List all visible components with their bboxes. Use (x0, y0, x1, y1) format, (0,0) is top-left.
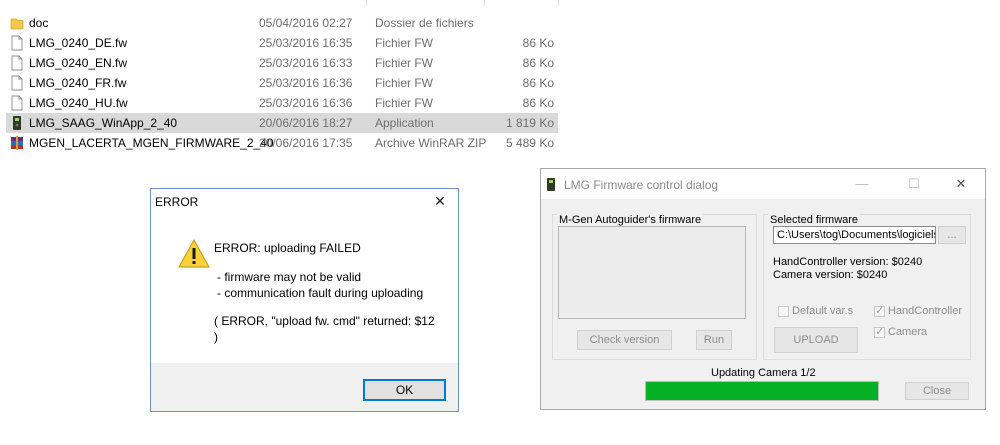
progress-bar-fill (646, 382, 878, 400)
default-vars-checkbox[interactable] (778, 306, 789, 317)
file-type: Fichier FW (375, 36, 433, 50)
error-dialog-title: ERROR (155, 195, 199, 209)
camera-version-text: Camera version: $0240 (773, 269, 888, 281)
file-type: Fichier FW (375, 56, 433, 70)
maximize-button[interactable]: ☐ (904, 175, 924, 193)
camera-checkbox-label: Camera (888, 326, 928, 338)
file-icon (10, 75, 24, 91)
mgen-firmware-group-title: M-Gen Autoguider's firmware (557, 214, 704, 226)
lmg-firmware-dialog: LMG Firmware control dialog — ☐ ✕ M-Gen … (540, 168, 986, 410)
lmg-app-icon (547, 178, 555, 191)
file-type: Dossier de fichiers (375, 16, 474, 30)
file-name: MGEN_LACERTA_MGEN_FIRMWARE_2_40 (29, 136, 274, 150)
column-header-edge (0, 0, 560, 6)
firmware-path-field[interactable]: C:\Users\tog\Documents\logiciels (773, 226, 936, 244)
folder-icon (10, 15, 24, 31)
file-date: 25/03/2016 16:33 (259, 56, 353, 70)
app-icon (10, 115, 24, 131)
file-size: 5 489 Ko (505, 136, 554, 150)
browse-button[interactable]: ... (938, 226, 966, 244)
check-version-button[interactable]: Check version (577, 330, 672, 350)
file-date: 20/06/2016 18:27 (259, 116, 353, 130)
selected-firmware-group: Selected firmware C:\Users\tog\Documents… (763, 214, 971, 360)
file-name: LMG_0240_HU.fw (29, 96, 128, 110)
file-name: LMG_0240_FR.fw (29, 76, 127, 90)
handcontroller-checkbox[interactable] (874, 304, 885, 317)
file-row[interactable]: LMG_0240_DE.fw 25/03/2016 16:35 Fichier FW… (6, 33, 558, 53)
upload-button[interactable]: UPLOAD (774, 327, 858, 353)
error-dialog-close-button[interactable]: ✕ (430, 191, 450, 211)
selected-firmware-group-title: Selected firmware (768, 214, 861, 226)
file-size: 86 Ko (522, 76, 554, 90)
file-type: Fichier FW (375, 76, 433, 90)
file-type: Archive WinRAR ZIP (375, 136, 487, 150)
file-date: 05/04/2016 02:27 (259, 16, 353, 30)
file-name: doc (29, 16, 49, 30)
run-button[interactable]: Run (696, 330, 732, 350)
file-date: 25/03/2016 16:36 (259, 96, 353, 110)
handcontroller-version-text: HandController version: $0240 (773, 256, 923, 268)
file-size: 86 Ko (522, 96, 554, 110)
lmg-title-bar: LMG Firmware control dialog — ☐ ✕ (541, 169, 985, 199)
close-button[interactable]: Close (905, 382, 969, 400)
warning-icon (178, 239, 210, 268)
file-size: 1 819 Ko (505, 116, 554, 130)
file-date: 20/06/2016 17:35 (259, 136, 353, 150)
error-dialog: ERROR ✕ ERROR: uploading FAILED - firmwa… (150, 188, 459, 412)
file-icon (10, 55, 24, 71)
file-row[interactable]: LMG_SAAG_WinApp_2_40 20/06/2016 18:27 Appl… (6, 113, 558, 133)
file-row[interactable]: MGEN_LACERTA_MGEN_FIRMWARE_2_40 20/06/201… (6, 133, 558, 153)
file-row[interactable]: LMG_0240_EN.fw 25/03/2016 16:33 Fichier FW… (6, 53, 558, 73)
lmg-dialog-title: LMG Firmware control dialog (564, 178, 719, 192)
file-name: LMG_0240_EN.fw (29, 56, 128, 70)
file-row[interactable]: LMG_0240_FR.fw 25/03/2016 16:36 Fichier FW… (6, 73, 558, 93)
error-dialog-footer: OK (151, 363, 458, 411)
ok-button[interactable]: OK (363, 379, 446, 401)
error-detail-1: - firmware may not be valid (217, 270, 362, 284)
lmg-close-window-button[interactable]: ✕ (951, 175, 971, 193)
file-date: 25/03/2016 16:36 (259, 76, 353, 90)
minimize-button[interactable]: — (852, 175, 872, 193)
progress-bar (645, 381, 879, 401)
file-size: 86 Ko (522, 36, 554, 50)
error-heading: ERROR: uploading FAILED (214, 241, 361, 255)
status-text: Updating Camera 1/2 (711, 367, 816, 379)
file-type: Fichier FW (375, 96, 433, 110)
error-detail-2: - communication fault during uploading (217, 286, 424, 300)
error-code-line-2: ) (214, 330, 218, 344)
file-list: doc 05/04/2016 02:27 Dossier de fichiers LM… (0, 0, 560, 160)
file-name: LMG_SAAG_WinApp_2_40 (29, 116, 178, 130)
file-icon (10, 35, 24, 51)
file-row[interactable]: doc 05/04/2016 02:27 Dossier de fichiers (6, 13, 558, 33)
error-code-line-1: ( ERROR, "upload fw. cmd" returned: $12 (214, 314, 435, 328)
winrar-icon (10, 135, 24, 151)
mgen-firmware-group: M-Gen Autoguider's firmware Check versio… (552, 214, 757, 360)
file-row[interactable]: LMG_0240_HU.fw 25/03/2016 16:36 Fichier FW… (6, 93, 558, 113)
default-vars-label: Default var.s (792, 305, 854, 317)
firmware-info-box (558, 226, 746, 319)
file-icon (10, 95, 24, 111)
handcontroller-checkbox-label: HandController (888, 305, 962, 317)
camera-checkbox[interactable] (874, 325, 885, 338)
file-size: 86 Ko (522, 56, 554, 70)
file-date: 25/03/2016 16:35 (259, 36, 353, 50)
file-name: LMG_0240_DE.fw (29, 36, 128, 50)
file-type: Application (375, 116, 434, 130)
